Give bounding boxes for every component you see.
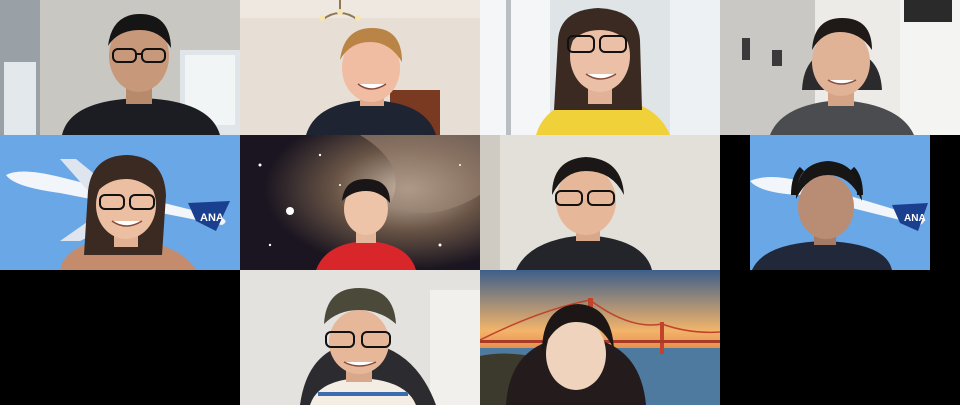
participant-video-tile-1[interactable] bbox=[0, 0, 240, 135]
participant-video-tile-4[interactable] bbox=[720, 0, 960, 135]
participant-video-tile-10[interactable] bbox=[480, 270, 720, 405]
participant-video-tile-3[interactable] bbox=[480, 0, 720, 135]
participant-video-tile-5[interactable]: ANA bbox=[0, 135, 240, 270]
airplane-logo: ANA bbox=[200, 212, 224, 224]
airplane-logo: ANA bbox=[904, 213, 926, 224]
participant-video-tile-9[interactable] bbox=[240, 270, 480, 405]
participant-video-tile-7[interactable] bbox=[480, 135, 720, 270]
participant-video-tile-2[interactable] bbox=[240, 0, 480, 135]
participant-video-tile-8[interactable]: ANA bbox=[750, 135, 930, 270]
participant-video-tile-6[interactable] bbox=[240, 135, 480, 270]
